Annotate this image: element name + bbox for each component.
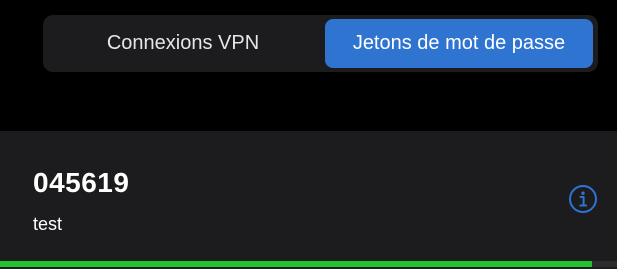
- tab-switcher: Connexions VPN Jetons de mot de passe: [43, 15, 598, 72]
- token-expiry-progress-fill: [0, 261, 593, 267]
- token-code: 045619: [33, 167, 130, 198]
- info-button[interactable]: [567, 183, 599, 215]
- token-name: test: [33, 214, 63, 234]
- token-expiry-progress: [0, 261, 617, 267]
- info-circle-icon: [569, 185, 597, 213]
- tab-vpn-connections-label: Connexions VPN: [106, 32, 260, 54]
- tab-vpn-connections[interactable]: Connexions VPN: [47, 19, 319, 68]
- token-card[interactable]: 045619 test: [0, 131, 617, 269]
- tab-password-tokens-label: Jetons de mot de passe: [352, 32, 566, 54]
- tab-password-tokens[interactable]: Jetons de mot de passe: [325, 19, 593, 68]
